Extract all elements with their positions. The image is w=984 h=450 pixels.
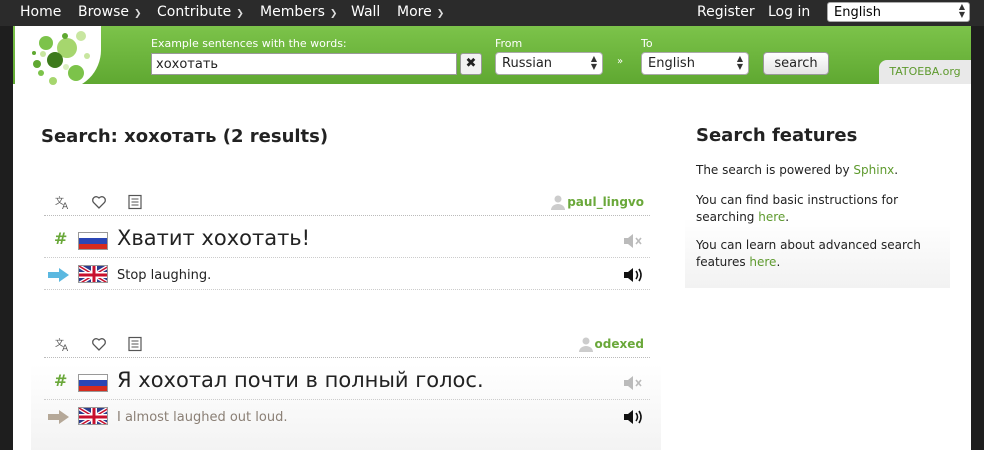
- sentence-link-icon[interactable]: #: [54, 229, 67, 248]
- chevron-down-icon: ❯: [436, 9, 445, 19]
- page-title: Search: хохотать (2 results): [41, 126, 329, 147]
- nav-contribute-label: Contribute: [157, 4, 232, 20]
- sidebar-text: .: [785, 210, 790, 224]
- nav-members-label: Members: [260, 4, 325, 20]
- sentence-block: 文A odexed # Я хохотал почти в полный гол…: [44, 332, 650, 450]
- logo-dots-icon: [32, 31, 90, 85]
- sentence-toolbar: 文A paul_lingvo: [44, 190, 650, 216]
- user-icon: [550, 194, 566, 210]
- translation-row: I almost laughed out loud.: [44, 402, 650, 430]
- to-language-value: English: [648, 56, 695, 71]
- nav-contribute[interactable]: Contribute ❯: [157, 4, 244, 20]
- english-flag-icon: [78, 265, 108, 283]
- advanced-search-link[interactable]: here: [749, 255, 776, 269]
- to-label: To: [641, 37, 653, 50]
- search-features-panel: Search features The search is powered by…: [685, 114, 950, 288]
- nav-browse[interactable]: Browse ❯: [78, 4, 142, 20]
- translation-text: Stop laughing.: [117, 268, 212, 283]
- no-audio-icon: [622, 374, 644, 392]
- translate-icon[interactable]: 文A: [54, 336, 72, 354]
- play-audio-icon[interactable]: [622, 408, 644, 426]
- favorite-icon[interactable]: [90, 336, 108, 354]
- translation-row: Stop laughing.: [44, 260, 650, 288]
- svg-text:A: A: [62, 202, 69, 210]
- indirect-translation-arrow-icon: [48, 409, 70, 424]
- register-link[interactable]: Register: [697, 4, 755, 20]
- interface-language-value: English: [834, 5, 881, 20]
- nav-wall-label: Wall: [351, 4, 381, 20]
- nav-more[interactable]: More ❯: [397, 4, 444, 20]
- results-panel: Search: хохотать (2 results) 文A paul_lin…: [31, 114, 661, 450]
- chevron-down-icon: ❯: [133, 9, 142, 19]
- search-header: Example sentences with the words: хохота…: [13, 26, 971, 90]
- nav-home-label: Home: [20, 4, 62, 20]
- translation-text: I almost laughed out loud.: [117, 410, 288, 425]
- sentence-toolbar: 文A odexed: [44, 332, 650, 358]
- sentence-owner-link[interactable]: odexed: [595, 337, 644, 351]
- translate-icon[interactable]: 文A: [54, 194, 72, 212]
- sidebar-text: You can find basic instructions for sear…: [696, 193, 899, 224]
- nav-wall[interactable]: Wall: [351, 4, 380, 20]
- sentence-text: Хватит хохотать!: [117, 226, 311, 250]
- interface-language-select[interactable]: English ▲ ▼: [827, 2, 970, 22]
- user-icon: [578, 336, 594, 352]
- add-to-list-icon[interactable]: [126, 194, 144, 212]
- login-link[interactable]: Log in: [768, 4, 810, 20]
- sidebar-paragraph: The search is powered by Sphinx.: [696, 162, 941, 179]
- basic-instructions-link[interactable]: here: [758, 210, 785, 224]
- search-button[interactable]: search: [763, 52, 829, 75]
- select-arrows-icon: ▲ ▼: [736, 54, 743, 71]
- nav-home[interactable]: Home: [20, 4, 61, 20]
- from-label: From: [495, 37, 523, 50]
- sidebar-text: The search is powered by: [696, 163, 854, 177]
- divider: [44, 399, 650, 400]
- sentence-link-icon[interactable]: #: [54, 371, 67, 390]
- sentence-block: 文A paul_lingvo # Хватит хохотать! Stop l…: [44, 190, 650, 310]
- nav-members[interactable]: Members ❯: [260, 4, 337, 20]
- main-sentence-row: # Хватит хохотать!: [44, 226, 650, 256]
- swap-languages-icon[interactable]: »: [617, 56, 623, 67]
- clear-search-button[interactable]: ✖: [460, 53, 482, 75]
- to-language-select[interactable]: English ▲ ▼: [641, 52, 749, 75]
- chevron-down-icon: ❯: [236, 9, 244, 19]
- select-arrows-icon: ▲ ▼: [958, 2, 965, 19]
- nav-more-label: More: [397, 4, 432, 20]
- english-flag-icon: [78, 407, 108, 425]
- tatoeba-logo[interactable]: [15, 26, 101, 90]
- brand-label[interactable]: TATOEBA.org: [879, 60, 971, 84]
- from-language-select[interactable]: Russian ▲ ▼: [495, 52, 603, 75]
- from-language-value: Russian: [502, 56, 553, 71]
- favorite-icon[interactable]: [90, 194, 108, 212]
- select-arrows-icon: ▲ ▼: [590, 54, 597, 71]
- top-navigation: Home Browse ❯ Contribute ❯ Members ❯ Wall M…: [0, 0, 984, 26]
- direct-translation-arrow-icon: [48, 267, 70, 282]
- svg-text:A: A: [62, 344, 69, 352]
- sidebar-paragraph: You can find basic instructions for sear…: [696, 192, 941, 226]
- russian-flag-icon: [78, 374, 108, 392]
- sidebar-text: You can learn about advanced search feat…: [696, 238, 921, 269]
- add-to-list-icon[interactable]: [126, 336, 144, 354]
- divider: [44, 257, 650, 258]
- sidebar-text: .: [894, 163, 899, 177]
- page-frame: Example sentences with the words: хохота…: [13, 26, 971, 450]
- play-audio-icon[interactable]: [622, 266, 644, 284]
- sidebar-text: .: [776, 255, 781, 269]
- russian-flag-icon: [78, 232, 108, 250]
- search-label: Example sentences with the words:: [151, 37, 347, 50]
- chevron-down-icon: ❯: [329, 9, 338, 19]
- search-input[interactable]: хохотать: [151, 53, 457, 75]
- no-audio-icon: [622, 232, 644, 250]
- nav-browse-label: Browse: [78, 4, 129, 20]
- sidebar-paragraph: You can learn about advanced search feat…: [696, 237, 941, 271]
- divider: [44, 289, 650, 290]
- sidebar-title: Search features: [696, 125, 858, 146]
- sphinx-link[interactable]: Sphinx: [853, 163, 894, 177]
- main-sentence-row: # Я хохотал почти в полный голос.: [44, 368, 650, 398]
- sentence-owner-link[interactable]: paul_lingvo: [567, 195, 644, 209]
- sentence-text: Я хохотал почти в полный голос.: [117, 368, 484, 392]
